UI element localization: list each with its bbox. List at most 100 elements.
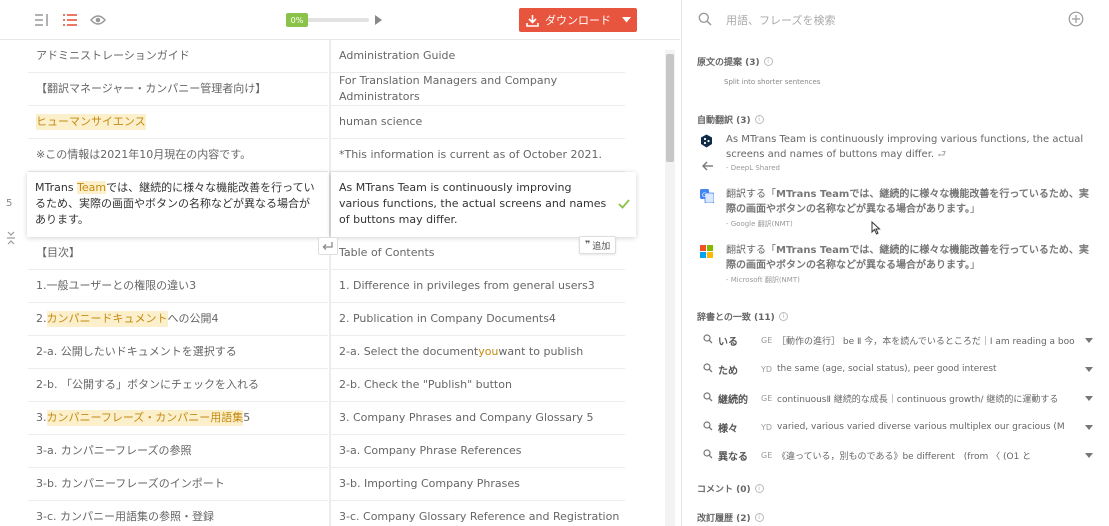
table-row[interactable]: 【翻訳マネージャー・カンパニー管理者向け】 For Translation Ma… [0,73,660,106]
list-view-icon[interactable] [61,11,79,29]
target-cell[interactable]: *This information is current as of Octob… [331,139,625,172]
table-row[interactable]: 3. カンパニーフレーズ・カンパニー用語集 5 3. Company Phrases… [0,402,660,435]
target-cell[interactable]: 3-b. Importing Company Phrases [331,468,625,501]
source-cell[interactable]: 【翻訳マネージャー・カンパニー管理者向け】 [28,73,328,106]
target-cell[interactable]: 3-a. Company Phrase References [331,435,625,468]
source-cell[interactable]: MTrans Teamでは、継続的に様々な機能改善を行っているため、実際の画面や… [27,172,329,237]
target-cell[interactable]: 3. Company Phrases and Company Glossary … [331,402,625,435]
source-cell[interactable]: ※この情報は2021年10月現在の内容です。 [28,139,328,172]
dictionary-row[interactable]: いる GE ［動作の進行］ be Ⅱ 今，本を読んでいるところだ｜I am re… [703,326,1093,354]
source-cell[interactable]: 【目次】 [28,237,328,270]
target-cell[interactable]: 2-b. Check the "Publish" button [331,369,625,402]
table-row[interactable]: 3-c. カンパニー用語集の参照・登録 3-c. Company Glossar… [0,501,660,526]
mt-suffix: 」 [970,204,980,215]
search-input[interactable] [726,11,1056,29]
table-row[interactable]: ※この情報は2021年10月現在の内容です。 *This information… [0,139,660,172]
highlighted-term: カンパニードキュメント [46,311,168,327]
table-row[interactable]: 2. カンパニードキュメント への公開4 2. Publication in Com… [0,303,660,336]
target-cell[interactable]: 2-a. Select the document you want to pub… [331,336,625,369]
section-title: コメント (0) [697,485,751,495]
dictionary-row[interactable]: 様々 YD varied, various varied diverse var… [703,413,1093,441]
dict-code: YD [761,364,773,374]
google-translate-icon: G [700,189,715,204]
chevron-down-icon[interactable] [1075,424,1093,430]
dictionary-row[interactable]: ため YD the same (age, social status), pee… [703,355,1093,383]
merge-segment-button[interactable] [318,237,338,255]
target-cell[interactable]: For Translation Managers and Company Adm… [331,73,625,106]
target-cell[interactable]: 2. Publication in Company Documents4 [331,303,625,336]
source-cell[interactable]: 3-c. カンパニー用語集の参照・登録 [28,501,328,526]
mt-source: - Microsoft 翻訳(NMT) [726,276,800,284]
section-comments[interactable]: コメント (0) i [697,482,764,495]
info-icon[interactable]: i [778,312,788,321]
search-icon[interactable] [698,12,712,29]
editor-toolbar: 0% ダウンロード [0,0,680,40]
add-circle-icon[interactable] [1068,11,1084,30]
confirm-check-icon[interactable] [618,198,630,214]
download-icon [519,14,545,27]
dict-definition: continuousⅡ 継続的な成長｜continuous growth/ 継続… [777,394,1059,405]
info-icon[interactable]: i [754,513,764,522]
add-term-button[interactable]: ❞ 追加 [579,236,617,254]
info-icon[interactable]: i [763,57,773,66]
mt-suggestion-deepl[interactable]: As MTrans Team is continuously improving… [700,132,1092,178]
source-cell[interactable]: 3. カンパニーフレーズ・カンパニー用語集 5 [28,402,328,435]
download-button[interactable]: ダウンロード [519,8,637,32]
mt-suggestion-microsoft[interactable]: 翻訳する「MTrans Teamでは、継続的に様々な機能改善を行っているため、実… [700,243,1092,289]
play-icon[interactable] [375,15,382,25]
table-row[interactable]: 2-b. 「公開する」ボタンにチェックを入れる 2-b. Check the "… [0,369,660,402]
split-segment-icon[interactable] [6,231,16,248]
source-cell[interactable]: 3-b. カンパニーフレーズのインポート [28,468,328,501]
section-dictionary[interactable]: 辞書との一致 (11) i [697,310,788,323]
table-row[interactable]: アドミニストレーションガイド Administration Guide [0,40,660,73]
chevron-down-icon[interactable] [1075,366,1093,372]
source-cell[interactable]: 3-a. カンパニーフレーズの参照 [28,435,328,468]
table-row[interactable]: 2-a. 公開したいドキュメントを選択する 2-a. Select the do… [0,336,660,369]
arrow-left-icon[interactable] [702,161,714,174]
table-row[interactable]: 3-a. カンパニーフレーズの参照 3-a. Company Phrase Re… [0,435,660,468]
split-hint[interactable]: Split into shorter sentences [724,78,820,86]
chevron-down-icon[interactable] [1075,452,1093,458]
chevron-down-icon[interactable] [1075,337,1093,343]
target-editor[interactable]: As MTrans Team is continuously improving… [331,172,636,237]
preview-eye-icon[interactable] [89,11,107,29]
target-cell[interactable]: Administration Guide [331,40,625,73]
source-text: 5 [243,411,251,424]
target-cell[interactable]: 3-c. Company Glossary Reference and Regi… [331,501,625,526]
source-cell[interactable]: 2-b. 「公開する」ボタンにチェックを入れる [28,369,328,402]
target-text: 2-a. Select the document [339,345,479,358]
section-machine-translation[interactable]: 自動翻訳 (3) i [697,113,764,126]
mt-translation: As MTrans Team is continuously improving… [726,134,1084,160]
add-label: 追加 [592,241,611,252]
scrollbar-thumb[interactable] [666,54,674,162]
target-text[interactable]: As MTrans Team is continuously improving… [339,180,610,228]
source-cell[interactable]: 1.一般ユーザーとの権限の違い3 [28,270,328,303]
info-icon[interactable]: i [754,484,764,493]
mt-suggestion-google[interactable]: G 翻訳する「MTrans Teamでは、継続的に様々な機能改善を行っているため… [700,187,1092,233]
target-cell[interactable]: 1. Difference in privileges from general… [331,270,625,303]
dict-term: いる [718,336,738,348]
source-cell[interactable]: 2. カンパニードキュメント への公開4 [28,303,328,336]
progress-percent: 0% [286,13,308,27]
search-bar [682,0,1109,40]
chevron-down-icon[interactable] [615,17,637,23]
dict-term: 異なる [718,451,748,463]
dictionary-row[interactable]: 異なる GE 《違っている，別ものである》be different (from … [703,441,1093,469]
section-revision-history[interactable]: 改訂履歴 (2) i [697,511,764,524]
text-align-icon[interactable] [33,11,51,29]
section-split-suggestions[interactable]: 原文の提案 (3) i [697,55,773,68]
table-row[interactable]: 1.一般ユーザーとの権限の違い3 1. Difference in privil… [0,270,660,303]
source-cell[interactable]: 2-a. 公開したいドキュメントを選択する [28,336,328,369]
chevron-down-icon[interactable] [1075,395,1093,401]
info-icon[interactable]: i [754,115,764,124]
table-row[interactable]: ヒューマンサイエンス human science [0,106,660,139]
target-cell[interactable]: human science [331,106,625,139]
source-cell[interactable]: ヒューマンサイエンス [28,106,328,139]
source-cell[interactable]: アドミニストレーションガイド [28,40,328,73]
target-text: want to publish [498,345,584,358]
insert-arrow-icon[interactable]: ⮐ [937,149,946,160]
mt-text: 翻訳する「MTrans Teamでは、継続的に様々な機能改善を行っているため、実… [726,243,1092,273]
active-segment-row[interactable]: MTrans Teamでは、継続的に様々な機能改善を行っているため、実際の画面や… [0,172,660,237]
table-row[interactable]: 3-b. カンパニーフレーズのインポート 3-b. Importing Comp… [0,468,660,501]
dictionary-row[interactable]: 継続的 GE continuousⅡ 継続的な成長｜continuous gro… [703,384,1093,412]
